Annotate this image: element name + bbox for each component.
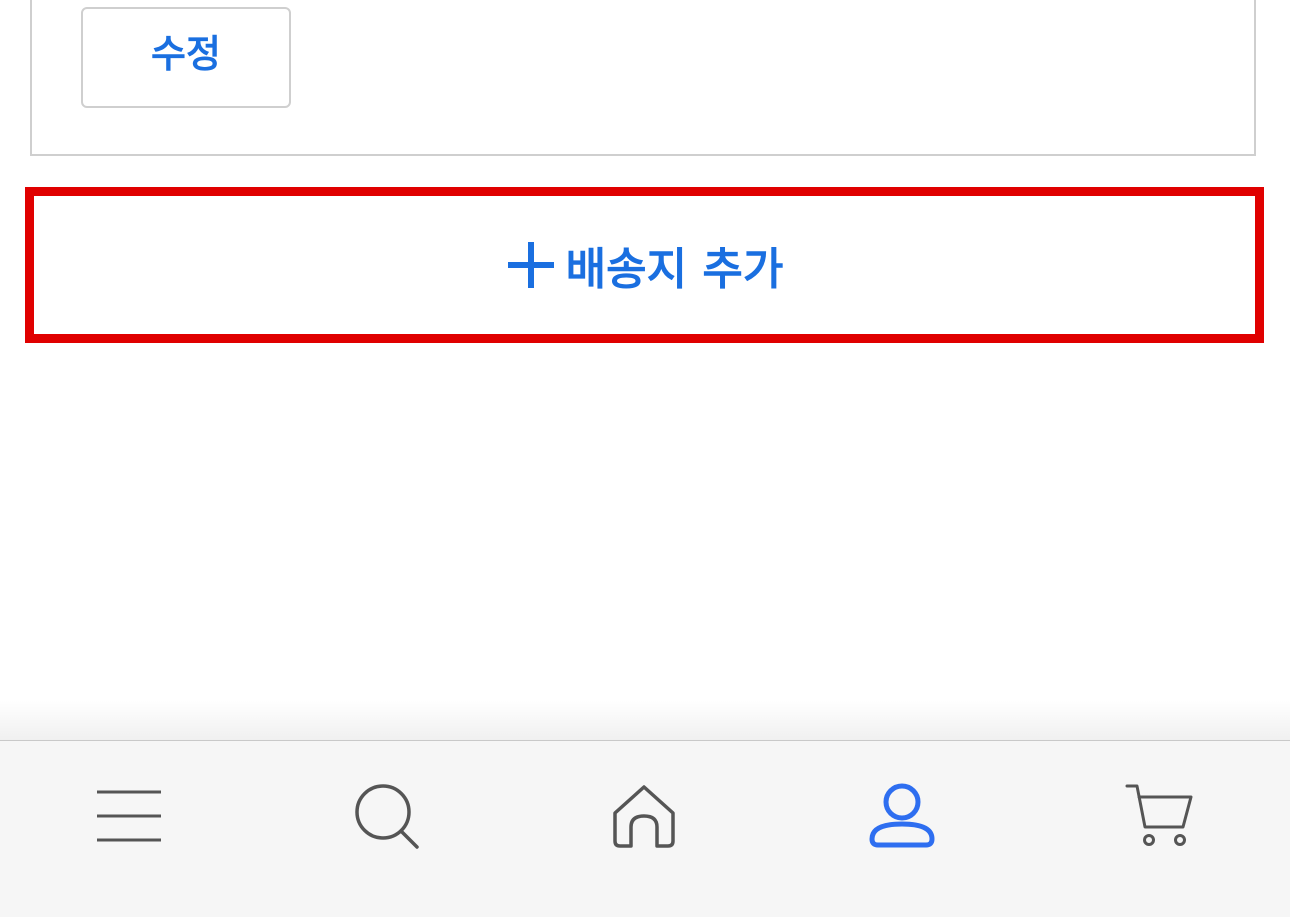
nav-search-button[interactable] bbox=[337, 771, 437, 861]
page: 수정 배송지 추가 bbox=[0, 0, 1290, 917]
cart-icon bbox=[1125, 783, 1195, 849]
bottom-nav bbox=[0, 740, 1290, 917]
add-address-content: 배송지 추가 bbox=[506, 233, 784, 297]
nav-menu-button[interactable] bbox=[79, 771, 179, 861]
menu-icon bbox=[96, 788, 162, 844]
add-address-label: 배송지 추가 bbox=[565, 244, 784, 295]
user-icon bbox=[867, 782, 937, 850]
edit-button[interactable]: 수정 bbox=[81, 7, 291, 108]
nav-home-button[interactable] bbox=[594, 771, 694, 861]
plus-icon bbox=[506, 240, 556, 290]
add-address-button[interactable]: 배송지 추가 bbox=[25, 187, 1264, 343]
search-icon bbox=[353, 782, 421, 850]
nav-shadow bbox=[0, 700, 1290, 740]
nav-account-button[interactable] bbox=[852, 771, 952, 861]
nav-cart-button[interactable] bbox=[1110, 771, 1210, 861]
home-icon bbox=[611, 783, 677, 849]
